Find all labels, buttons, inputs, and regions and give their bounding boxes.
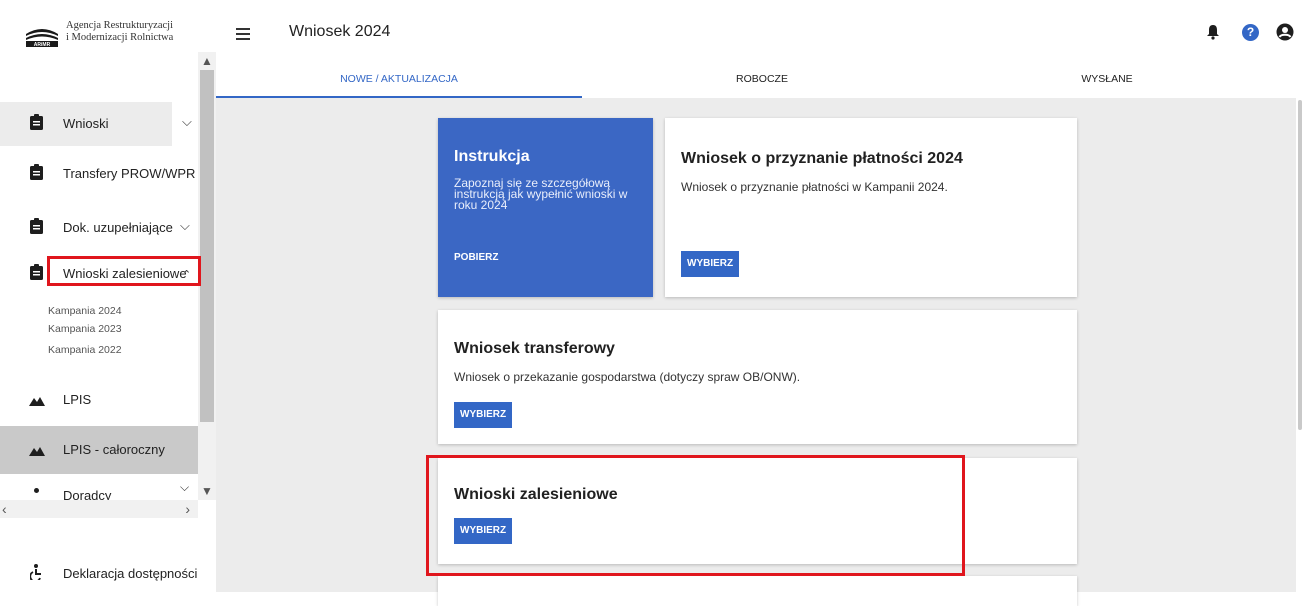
logo-line-2: i Modernizacji Rolnictwa [66, 32, 174, 43]
card-next [438, 576, 1077, 606]
sidebar-item-label: Deklaracja dostępności [63, 566, 198, 581]
sidebar-item-doradcy[interactable]: Doradcy ⌵ [0, 480, 198, 500]
tab-bar: NOWE / AKTUALIZACJA ROBOCZE WYSŁANE [216, 68, 1303, 98]
terrain-icon [29, 397, 45, 406]
clipboard-icon [30, 264, 43, 280]
scroll-down-arrow-icon[interactable]: ▼ [198, 482, 216, 500]
sidebar-item-transfery[interactable]: Transfery PROW/WPR [0, 152, 198, 196]
card-description: Wniosek o przekazanie gospodarstwa (doty… [454, 370, 801, 384]
main-content: Instrukcja Zapoznaj się ze szczegółową i… [216, 98, 1296, 606]
help-icon[interactable]: ? [1242, 24, 1259, 41]
chevron-down-icon[interactable]: ⌵ [180, 218, 190, 234]
sidebar-item-label: LPIS - całoroczny [63, 442, 165, 457]
sidebar-item-label: Dok. uzupełniające [63, 220, 173, 235]
card-title: Wniosek transferowy [454, 340, 615, 357]
card-wniosek-platnosci: Wniosek o przyznanie płatności 2024 Wnio… [665, 118, 1077, 297]
scroll-left-arrow-icon[interactable]: ‹ [2, 500, 7, 518]
logo-text: Agencja Restrukturyzacji i Modernizacji … [66, 20, 173, 44]
sidebar-item-lpis[interactable]: LPIS [0, 378, 198, 422]
sidebar-subitem-kampania-2022[interactable]: Kampania 2022 [48, 344, 122, 356]
sidebar-item-label: LPIS [63, 392, 92, 407]
page-title: Wniosek 2024 [289, 23, 391, 40]
sidebar-item-lpis-caloroczny[interactable]: LPIS - całoroczny [0, 426, 198, 474]
tab-label: NOWE / AKTUALIZACJA [340, 73, 458, 85]
chevron-down-icon[interactable]: ⌵ [182, 114, 192, 130]
tab-nowe-aktualizacja[interactable]: NOWE / AKTUALIZACJA [216, 68, 582, 98]
wybierz-button[interactable]: WYBIERZ [454, 402, 513, 428]
sidebar-item-deklaracja-dostepnosci[interactable]: Deklaracja dostępności [0, 548, 216, 592]
tab-wyslane[interactable]: WYSŁANE [942, 68, 1272, 98]
tab-label: ROBOCZE [736, 73, 788, 85]
main-scrollbar[interactable] [1298, 100, 1302, 430]
scrollbar-thumb[interactable] [200, 70, 214, 422]
hamburger-menu-icon[interactable] [236, 28, 250, 40]
scroll-right-arrow-icon[interactable]: › [185, 500, 190, 518]
arimr-logo[interactable]: ARiMR Agencja Restrukturyzacji i Moderni… [24, 20, 204, 50]
sidebar-item-label: Wnioski [63, 116, 109, 131]
sidebar-item-wnioski[interactable]: Wnioski ⌵ [0, 102, 192, 146]
tab-label: WYSŁANE [1081, 73, 1133, 85]
card-title: Wniosek o przyznanie płatności 2024 [681, 150, 963, 167]
card-description: Wniosek o przyznanie płatności w Kampani… [681, 180, 948, 194]
card-instrukcja: Instrukcja Zapoznaj się ze szczegółową i… [438, 118, 653, 297]
sidebar-subitem-kampania-2023[interactable]: Kampania 2023 [48, 323, 122, 335]
arimr-logo-icon: ARiMR [24, 22, 60, 48]
highlight-frame [426, 455, 965, 576]
bell-icon[interactable] [1206, 24, 1220, 40]
card-wniosek-transferowy: Wniosek transferowy Wniosek o przekazani… [438, 310, 1077, 444]
sidebar: ARiMR Agencja Restrukturyzacji i Moderni… [0, 0, 216, 592]
sidebar-item-label: Transfery PROW/WPR [63, 166, 196, 181]
bullet-icon [34, 488, 39, 493]
scroll-up-arrow-icon[interactable]: ▲ [198, 52, 216, 70]
wybierz-button[interactable]: WYBIERZ [681, 251, 740, 277]
sidebar-subitem-kampania-2024[interactable]: Kampania 2024 [48, 305, 122, 317]
account-icon[interactable] [1276, 23, 1294, 41]
sidebar-horizontal-scrollbar[interactable]: ‹ › [0, 500, 198, 518]
tab-robocze[interactable]: ROBOCZE [582, 68, 942, 98]
terrain-icon [29, 447, 45, 456]
chevron-down-icon[interactable]: ⌵ [180, 480, 189, 495]
accessibility-icon [30, 564, 41, 580]
clipboard-icon [30, 218, 43, 234]
highlight-frame [47, 256, 201, 286]
logo-line-1: Agencja Restrukturyzacji [66, 20, 173, 31]
top-bar: Wniosek 2024 ? [216, 0, 1303, 68]
card-title: Instrukcja [454, 148, 530, 165]
pobierz-link[interactable]: POBIERZ [454, 252, 498, 263]
sidebar-item-label: Doradcy [63, 488, 112, 500]
svg-text:ARiMR: ARiMR [34, 42, 51, 48]
sidebar-item-dok-uzupelniajace[interactable]: Dok. uzupełniające ⌵ [0, 206, 198, 250]
clipboard-icon [30, 164, 43, 180]
clipboard-icon [30, 114, 43, 130]
card-description: Zapoznaj się ze szczegółową instrukcją j… [454, 176, 628, 212]
